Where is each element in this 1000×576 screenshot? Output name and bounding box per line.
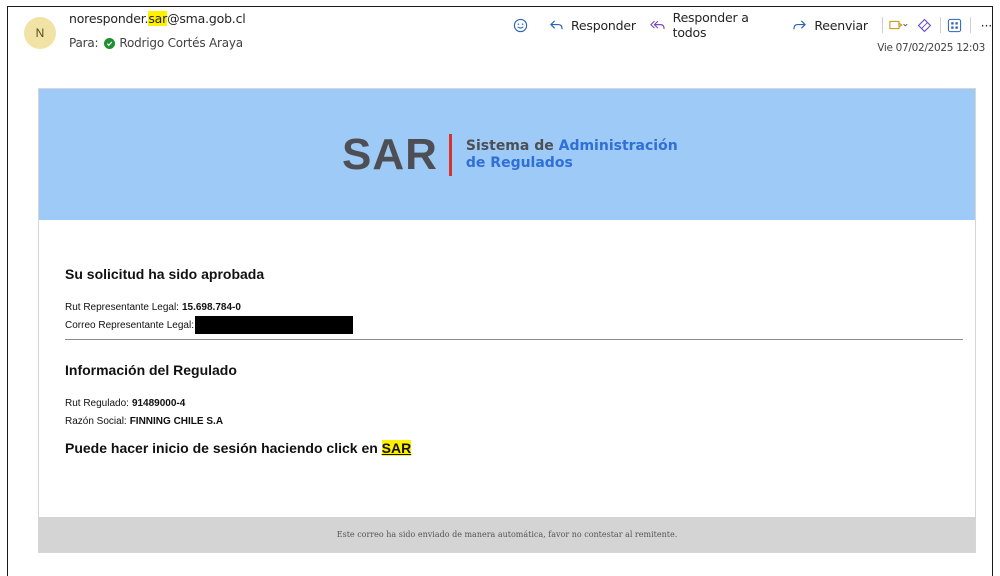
sensitivity-button[interactable] xyxy=(917,18,932,33)
sar-banner: SAR Sistema de Administración de Regulad… xyxy=(39,89,975,220)
apps-button[interactable] xyxy=(947,18,962,33)
sender-address[interactable]: noresponder.sar@sma.gob.cl xyxy=(69,11,246,26)
logo-wordmark: Sistema de Administración de Regulados xyxy=(466,138,678,172)
message-toolbar: Responder Responder a todos Reenviar ··· xyxy=(513,10,1000,40)
tag-icon xyxy=(889,20,908,30)
toolbar-divider xyxy=(881,17,883,33)
sar-login-link[interactable]: SAR xyxy=(381,440,412,456)
approval-title: Su solicitud ha sido aprobada xyxy=(65,266,265,282)
emoji-react-button[interactable] xyxy=(513,18,535,33)
regulated-info-title: Información del Regulado xyxy=(65,362,237,378)
reply-all-button[interactable]: Responder a todos xyxy=(649,10,779,40)
reply-all-label: Responder a todos xyxy=(672,10,749,40)
rut-rep-value: 15.698.784-0 xyxy=(181,301,241,313)
sar-logo: SAR Sistema de Administración de Regulad… xyxy=(342,133,678,177)
more-actions-button[interactable]: ··· xyxy=(981,18,993,33)
recipient-name[interactable]: Rodrigo Cortés Araya xyxy=(119,36,243,50)
received-date: Vie 07/02/2025 12:03 xyxy=(877,42,985,54)
logo-line1-a: Sistema de xyxy=(465,138,559,154)
reply-icon xyxy=(550,19,563,29)
rut-reg-value: 91489000-4 xyxy=(131,397,186,409)
apps-grid-icon xyxy=(947,18,961,32)
sender-highlight: sar xyxy=(148,11,168,26)
rut-representative-row: Rut Representante Legal: 15.698.784-0 xyxy=(65,298,949,316)
forward-icon xyxy=(793,19,807,29)
section-divider xyxy=(65,339,963,340)
business-name-row: Razón Social: FINNING CHILE S.A xyxy=(65,412,949,430)
categorize-dropdown[interactable] xyxy=(889,19,909,31)
logo-line1-b: Administración xyxy=(558,138,678,154)
reply-button[interactable]: Responder xyxy=(549,18,636,33)
logo-divider xyxy=(448,134,452,176)
cta-text: Puede hacer inicio de sesión haciendo cl… xyxy=(65,440,378,456)
email-rep-label: Correo Representante Legal: xyxy=(65,319,194,331)
to-label: Para: xyxy=(69,36,99,50)
available-status-icon xyxy=(104,37,116,49)
logo-mark: SAR xyxy=(342,130,438,179)
toolbar-divider-2 xyxy=(939,17,941,33)
sender-suffix: @sma.gob.cl xyxy=(167,11,246,26)
email-content: Su solicitud ha sido aprobada Rut Repres… xyxy=(39,220,975,456)
sender-avatar[interactable]: N xyxy=(24,17,56,49)
forward-label: Reenviar xyxy=(814,17,868,33)
forward-button[interactable]: Reenviar xyxy=(792,18,868,33)
email-footer: Este correo ha sido enviado de manera au… xyxy=(39,517,975,552)
diamond-icon xyxy=(917,18,932,32)
razon-label: Razón Social: xyxy=(65,415,127,427)
rut-reg-label: Rut Regulado: xyxy=(65,397,129,409)
login-cta: Puede hacer inicio de sesión haciendo cl… xyxy=(65,440,949,456)
razon-value: FINNING CHILE S.A xyxy=(129,415,224,427)
reply-label: Responder xyxy=(571,17,636,33)
sender-prefix: noresponder. xyxy=(69,11,149,26)
toolbar-divider-3 xyxy=(969,17,971,33)
smiley-icon xyxy=(513,18,528,32)
redacted-email xyxy=(194,316,353,334)
email-body: SAR Sistema de Administración de Regulad… xyxy=(38,88,976,553)
reply-all-icon xyxy=(649,20,665,29)
logo-line2: de Regulados xyxy=(465,155,573,171)
email-representative-row: Correo Representante Legal: xyxy=(65,316,949,334)
recipient-line: Para: Rodrigo Cortés Araya xyxy=(69,36,243,50)
rut-regulated-row: Rut Regulado: 91489000-4 xyxy=(65,394,949,412)
rut-rep-label: Rut Representante Legal: xyxy=(65,301,179,313)
